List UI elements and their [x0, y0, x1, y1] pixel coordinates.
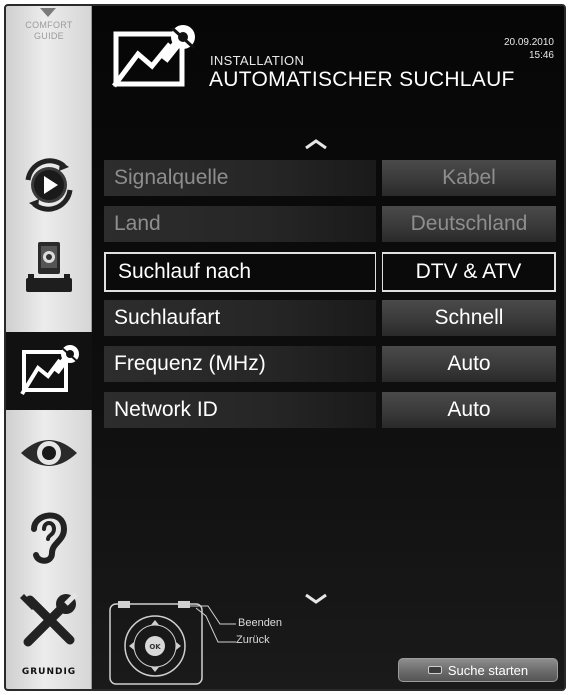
remote-control-icon: OK: [109, 601, 236, 685]
setting-label: Frequenz (MHz): [104, 346, 376, 382]
start-search-button[interactable]: Suche starten: [398, 658, 558, 682]
page-title: AUTOMATISCHER SUCHLAUF: [209, 68, 515, 91]
setting-row-search-type[interactable]: Suchlaufart Schnell: [104, 300, 556, 336]
setting-row-signal-source: Signalquelle Kabel: [104, 160, 556, 196]
setting-label: Signalquelle: [104, 160, 376, 196]
setting-value: Deutschland: [382, 206, 556, 242]
comfort-guide-button[interactable]: COMFORT GUIDE: [6, 20, 92, 42]
setting-row-search-for[interactable]: Suchlauf nach DTV & ATV: [104, 252, 556, 292]
setting-value[interactable]: DTV & ATV: [382, 252, 556, 292]
start-search-label: Suche starten: [447, 662, 529, 678]
time: 15:46: [528, 50, 554, 61]
sidebar-item-picture[interactable]: [6, 418, 92, 488]
tools-icon: [20, 592, 78, 647]
up-arrow-icon: [40, 8, 56, 17]
setting-label: Network ID: [104, 392, 376, 428]
sidebar-item-installation[interactable]: [6, 332, 92, 410]
comfort-guide-line2: GUIDE: [33, 31, 64, 41]
setting-value[interactable]: Auto: [382, 346, 556, 382]
setting-row-country: Land Deutschland: [104, 206, 556, 242]
comfort-guide-line1: COMFORT: [25, 20, 73, 30]
sidebar-item-sound[interactable]: [6, 496, 92, 576]
setting-value: Kabel: [382, 160, 556, 196]
chevron-up-icon[interactable]: [304, 138, 328, 150]
setting-label: Land: [104, 206, 376, 242]
installation-icon: [20, 345, 79, 396]
sources-icon: [26, 242, 72, 292]
installation-header-icon: [112, 25, 196, 88]
tv-menu-screen: COMFORT GUIDE GRUNDIG INSTALLATION AUTOM…: [4, 4, 566, 691]
setting-value[interactable]: Schnell: [382, 300, 556, 336]
setting-label: Suchlauf nach: [104, 252, 376, 292]
setting-row-network-id[interactable]: Network ID Auto: [104, 392, 556, 428]
menu-section: INSTALLATION: [210, 53, 305, 68]
legend-exit: Beenden: [238, 617, 283, 629]
sidebar-item-playback[interactable]: [6, 152, 92, 218]
eye-icon: [21, 440, 77, 466]
setting-row-frequency[interactable]: Frequenz (MHz) Auto: [104, 346, 556, 382]
chevron-down-icon[interactable]: [304, 593, 328, 605]
sidebar: COMFORT GUIDE GRUNDIG: [6, 6, 92, 689]
red-key-icon: [427, 666, 442, 674]
sidebar-item-sources[interactable]: [6, 234, 92, 308]
legend-back: Zurück: [236, 634, 270, 646]
ear-icon: [31, 512, 68, 564]
setting-value[interactable]: Auto: [382, 392, 556, 428]
setting-label: Suchlaufart: [104, 300, 376, 336]
brand-logo: GRUNDIG: [21, 667, 77, 677]
playback-icon: [25, 158, 73, 212]
date: 20.09.2010: [503, 37, 554, 48]
main-panel: INSTALLATION AUTOMATISCHER SUCHLAUF 20.0…: [92, 6, 564, 689]
sidebar-item-tools[interactable]: [6, 582, 92, 660]
ok-button-label: OK: [149, 643, 161, 651]
